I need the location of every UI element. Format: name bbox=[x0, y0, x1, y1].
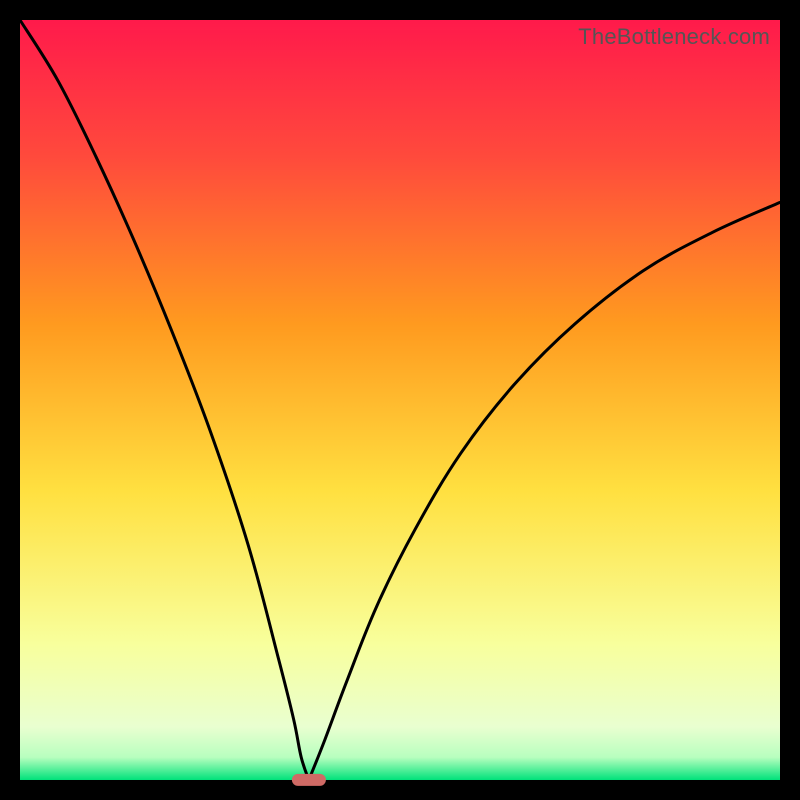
bottleneck-curve bbox=[20, 20, 780, 780]
plot-frame: TheBottleneck.com bbox=[20, 20, 780, 780]
sweet-spot-marker bbox=[292, 774, 326, 786]
